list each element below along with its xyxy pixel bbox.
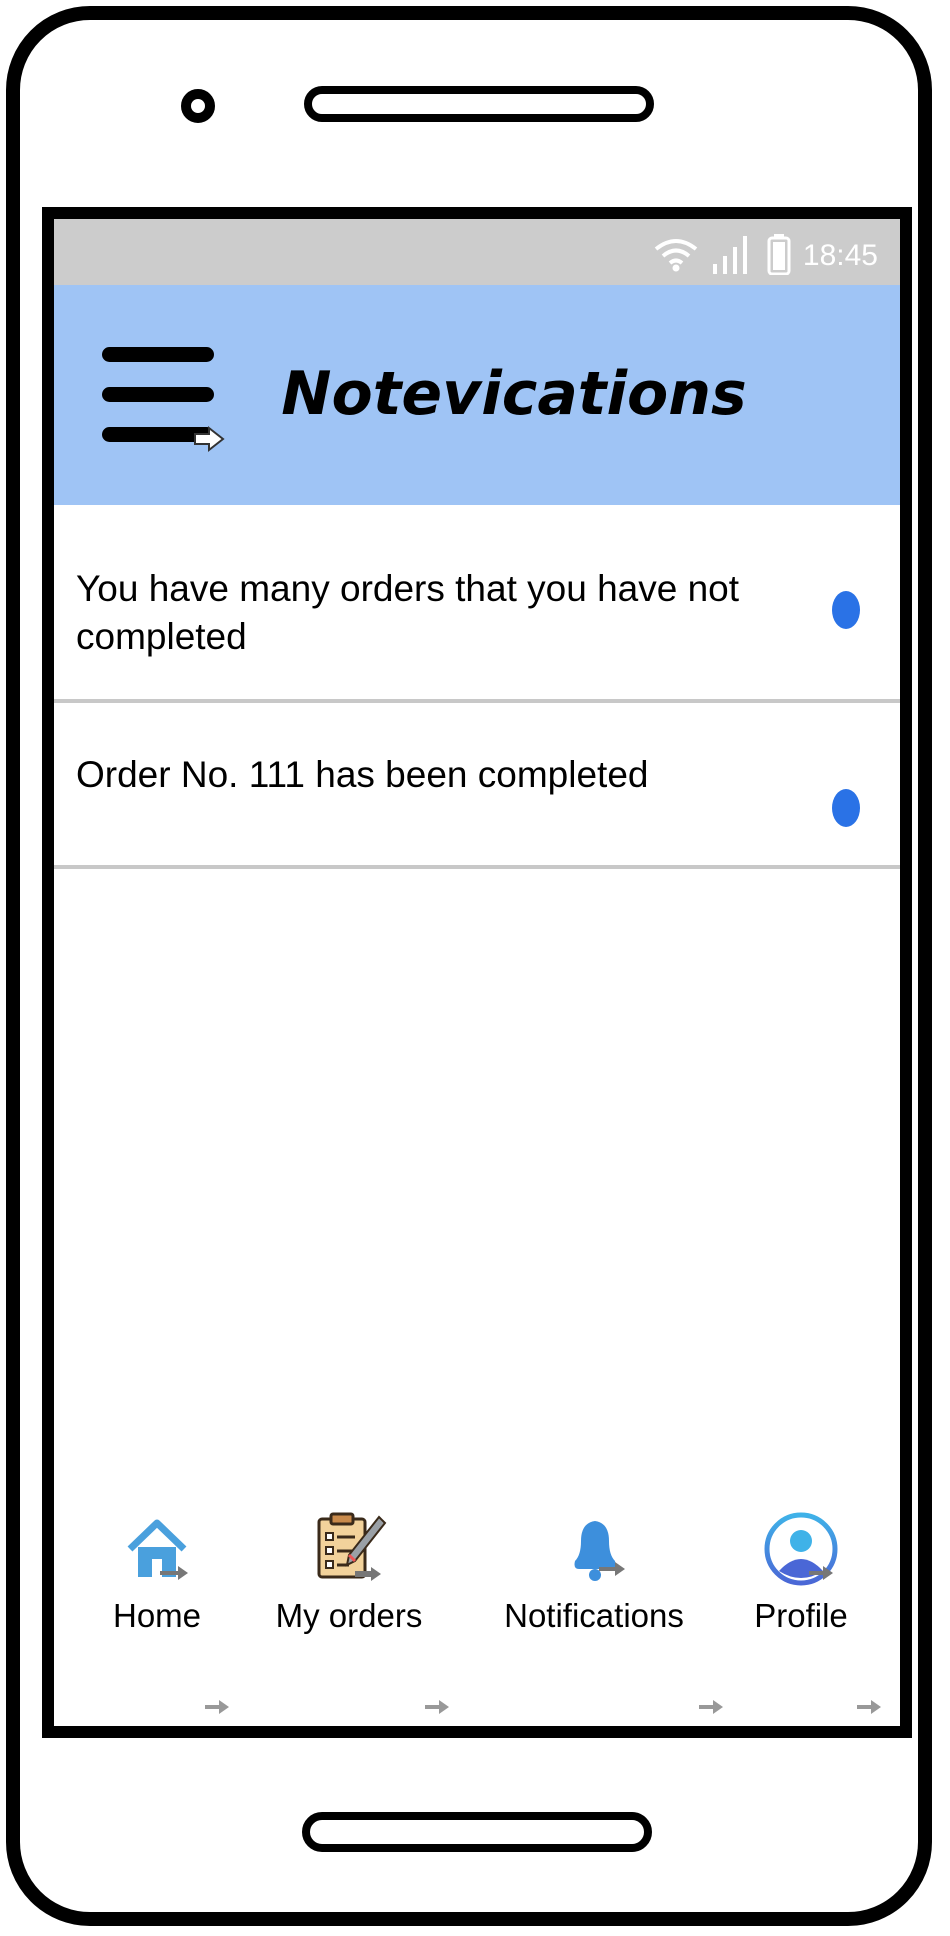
status-bar: 18:45 — [54, 219, 900, 285]
nav-item-home[interactable]: Home — [102, 1509, 212, 1635]
nav-label-my-orders: My orders — [275, 1597, 423, 1634]
notification-text: You have many orders that you have not c… — [76, 568, 740, 657]
link-arrow-icon — [699, 1700, 723, 1714]
speaker — [304, 86, 654, 122]
bottom-nav: Home My orders Notifications Profile — [54, 1509, 900, 1726]
notification-item[interactable]: Order No. 111 has been completed — [54, 703, 900, 869]
signal-icon — [711, 234, 755, 278]
notification-list: You have many orders that you have not c… — [54, 505, 900, 869]
link-arrow-icon — [857, 1700, 881, 1714]
page-title: Notevications — [281, 359, 747, 429]
screen: 18:45 Notevications You have many orders… — [42, 207, 912, 1738]
notification-text: Order No. 111 has been completed — [76, 754, 649, 795]
nav-label-notifications: Notifications — [504, 1597, 684, 1634]
nav-item-my-orders[interactable]: My orders — [264, 1509, 434, 1635]
nav-label-home: Home — [112, 1597, 202, 1634]
status-time: 18:45 — [802, 239, 878, 272]
profile-icon — [764, 1512, 838, 1586]
hamburger-menu-icon[interactable] — [102, 347, 242, 457]
camera — [181, 89, 215, 123]
link-arrow-icon — [425, 1700, 449, 1714]
link-arrow-icon — [205, 1700, 229, 1714]
app-header: Notevications — [54, 285, 900, 505]
wifi-icon — [653, 235, 699, 277]
menu-bar — [102, 387, 214, 402]
nav-item-notifications[interactable]: Notifications — [494, 1509, 694, 1635]
bell-icon — [574, 1521, 625, 1581]
home-button-hardware — [302, 1812, 652, 1852]
nav-item-profile[interactable]: Profile — [736, 1509, 866, 1635]
menu-bar — [102, 347, 214, 362]
home-icon — [127, 1519, 188, 1580]
unread-dot-icon — [832, 789, 860, 827]
clipboard-icon — [317, 1512, 387, 1581]
unread-dot-icon — [832, 591, 860, 629]
status-icons: 18:45 — [653, 233, 878, 279]
link-arrow-icon — [194, 425, 225, 453]
notification-item[interactable]: You have many orders that you have not c… — [54, 505, 900, 703]
battery-icon — [767, 233, 791, 279]
nav-label-profile: Profile — [754, 1597, 848, 1634]
